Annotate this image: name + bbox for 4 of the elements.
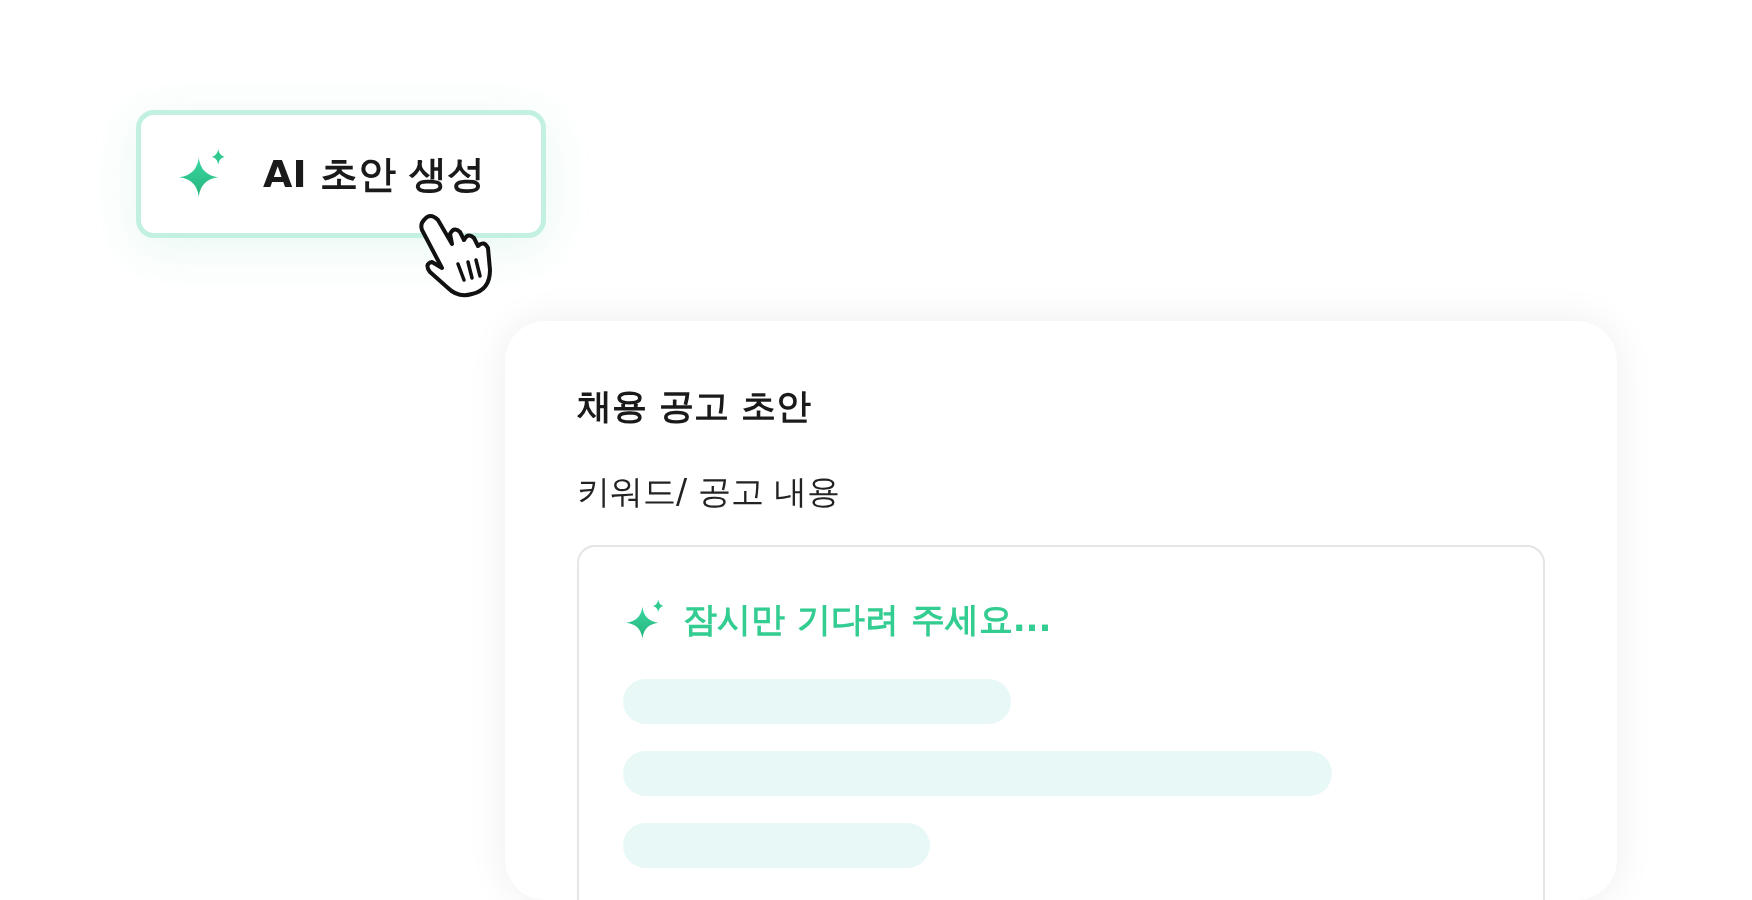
loading-text: 잠시만 기다려 주세요... [683,598,1052,641]
card-title: 채용 공고 초안 [577,385,813,428]
ai-draft-button[interactable]: AI 초안 생성 [136,110,546,238]
field-label: 키워드/ 공고 내용 [577,471,842,513]
